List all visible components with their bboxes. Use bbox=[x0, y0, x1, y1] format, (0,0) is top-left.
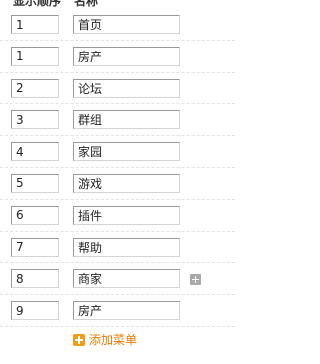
menu-name-input[interactable] bbox=[73, 78, 180, 98]
menu-name-input[interactable] bbox=[73, 142, 180, 162]
order-input[interactable] bbox=[11, 269, 59, 289]
order-input[interactable] bbox=[11, 301, 59, 321]
order-input[interactable] bbox=[11, 46, 59, 66]
menu-name-input[interactable] bbox=[73, 15, 180, 34]
order-input[interactable] bbox=[11, 237, 59, 257]
menu-list bbox=[0, 9, 235, 327]
menu-row bbox=[0, 295, 235, 327]
menu-row bbox=[0, 41, 235, 73]
menu-name-input[interactable] bbox=[73, 269, 180, 289]
menu-name-input[interactable] bbox=[73, 110, 180, 130]
plus-icon bbox=[73, 333, 85, 346]
column-header-order: 显示顺序 bbox=[13, 0, 62, 8]
order-input[interactable] bbox=[11, 205, 59, 225]
add-submenu-icon[interactable] bbox=[190, 274, 201, 286]
order-input[interactable] bbox=[11, 78, 59, 98]
menu-name-input[interactable] bbox=[73, 237, 180, 257]
order-input[interactable] bbox=[11, 110, 59, 130]
order-input[interactable] bbox=[11, 173, 59, 193]
menu-row bbox=[0, 104, 235, 137]
menu-name-input[interactable] bbox=[73, 46, 180, 66]
menu-row bbox=[0, 168, 235, 200]
menu-name-input[interactable] bbox=[73, 205, 180, 225]
menu-name-input[interactable] bbox=[73, 301, 180, 321]
menu-name-input[interactable] bbox=[73, 173, 180, 193]
menu-row bbox=[0, 9, 235, 41]
order-input[interactable] bbox=[11, 142, 59, 162]
menu-row bbox=[0, 73, 235, 105]
menu-row bbox=[0, 136, 235, 168]
add-menu-label: 添加菜单 bbox=[89, 333, 138, 347]
menu-row bbox=[0, 232, 235, 264]
column-header-name: 名称 bbox=[74, 0, 99, 8]
menu-row bbox=[0, 200, 235, 232]
menu-row bbox=[0, 263, 235, 296]
add-menu-button[interactable]: 添加菜单 bbox=[73, 331, 137, 348]
order-input[interactable] bbox=[11, 15, 59, 34]
